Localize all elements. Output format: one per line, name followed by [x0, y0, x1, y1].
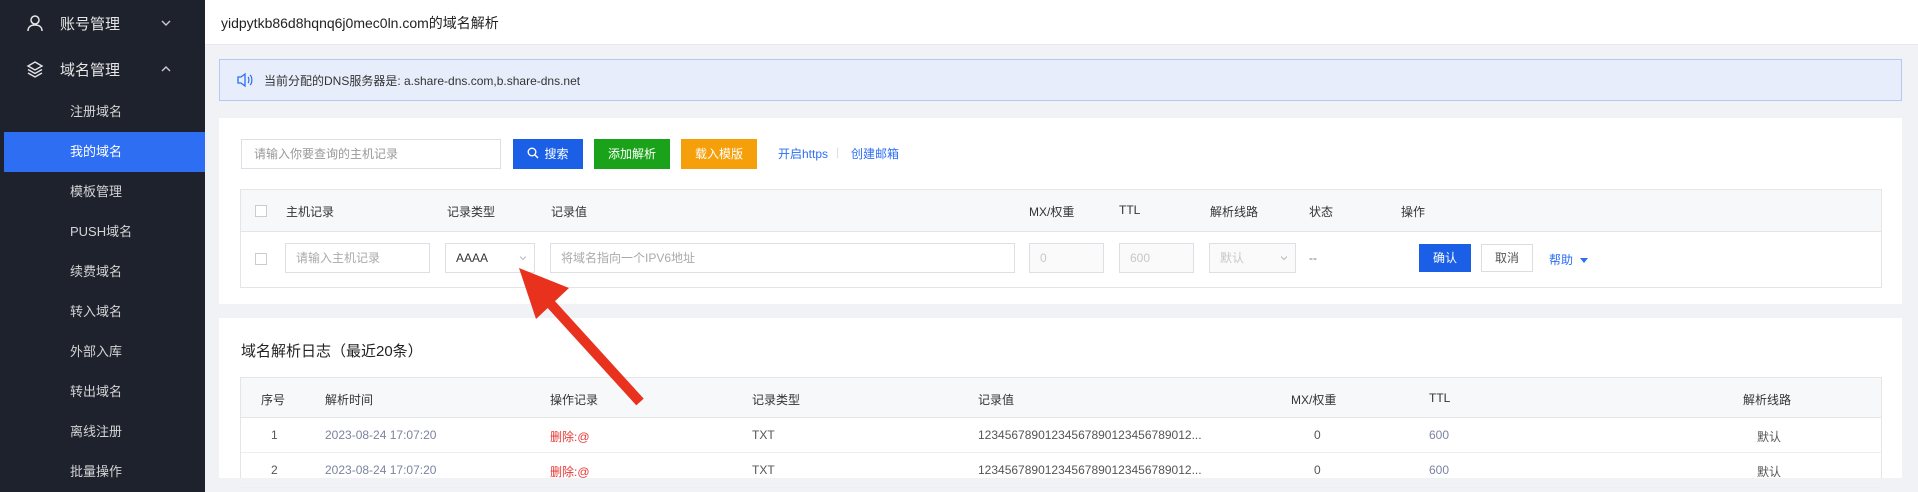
- sidebar-group-label: 账号管理: [60, 15, 121, 33]
- chevron-down-icon: [159, 16, 173, 30]
- load-template-button[interactable]: 载入模版: [681, 139, 757, 169]
- col-value: 记录值: [551, 205, 588, 219]
- line-value: 默认: [1220, 251, 1245, 265]
- row-action: 删除:@: [550, 430, 590, 444]
- sidebar-item-offline[interactable]: 离线注册: [0, 412, 205, 452]
- chevron-down-icon: [1281, 256, 1287, 261]
- log-table-header: 序号 解析时间 操作记录 记录类型 记录值 MX/权重 TTL 解析线路: [241, 378, 1881, 418]
- confirm-button[interactable]: 确认: [1419, 244, 1471, 272]
- log-title: 域名解析日志（最近20条）: [241, 343, 423, 360]
- sidebar-group-account[interactable]: 账号管理: [0, 0, 205, 46]
- col-mx: MX/权重: [1029, 205, 1075, 219]
- caret-down-icon: [1580, 258, 1589, 263]
- table-row: 1 2023-08-24 17:07:20 删除:@ TXT 123456789…: [241, 418, 1881, 453]
- mx-input[interactable]: 0: [1029, 243, 1104, 273]
- enable-https-link[interactable]: 开启https: [778, 145, 828, 162]
- col-type: 记录类型: [447, 205, 496, 219]
- row-checkbox[interactable]: [255, 253, 267, 265]
- edit-row: 请输入主机记录 AAAA 将域名指向一个IPV6地址 0 600 默认 -- 确…: [241, 231, 1881, 288]
- sidebar-item-my-domains[interactable]: 我的域名: [4, 132, 205, 172]
- sidebar-group-label: 域名管理: [60, 61, 121, 79]
- sidebar-item-register[interactable]: 注册域名: [0, 92, 205, 132]
- speaker-icon: [236, 72, 254, 88]
- create-mailbox-link[interactable]: 创建邮箱: [851, 145, 899, 162]
- row-type: TXT: [752, 463, 775, 477]
- ttl-input[interactable]: 600: [1119, 243, 1194, 273]
- col-status: 状态: [1309, 205, 1334, 219]
- chevron-up-icon: [159, 62, 173, 76]
- chevron-down-icon: [520, 256, 526, 261]
- sidebar-item-renew[interactable]: 续费域名: [0, 252, 205, 292]
- row-mx: 0: [1314, 463, 1321, 477]
- sidebar-item-templates[interactable]: 模板管理: [0, 172, 205, 212]
- sidebar-item-transfer-in[interactable]: 转入域名: [0, 292, 205, 332]
- notice-text: 当前分配的DNS服务器是: a.share-dns.com,b.share-dn…: [264, 73, 581, 88]
- search-button-label: 搜索: [544, 147, 569, 161]
- search-button[interactable]: 搜索: [513, 139, 583, 169]
- sidebar-item-external[interactable]: 外部入库: [0, 332, 205, 372]
- search-input[interactable]: 请输入你要查询的主机记录: [241, 139, 501, 169]
- row-ttl: 600: [1429, 463, 1450, 477]
- log-panel: 域名解析日志（最近20条） 序号 解析时间 操作记录 记录类型 记录值 MX/权…: [219, 318, 1902, 488]
- record-table: 主机记录 记录类型 记录值 MX/权重 TTL 解析线路 状态 操作 请输入主机…: [240, 189, 1882, 288]
- host-input[interactable]: 请输入主机记录: [285, 243, 430, 273]
- sidebar-submenu: 注册域名 我的域名 模板管理 PUSH域名 续费域名 转入域名 外部入库 转出域…: [0, 92, 205, 492]
- link-divider: |: [836, 145, 840, 159]
- col-value: 记录值: [978, 393, 1015, 407]
- col-ttl: TTL: [1429, 391, 1451, 405]
- sidebar-item-batch[interactable]: 批量操作: [0, 452, 205, 492]
- col-time: 解析时间: [325, 393, 374, 407]
- row-line: 默认: [1757, 430, 1782, 444]
- line-select[interactable]: 默认: [1209, 243, 1296, 273]
- row-ttl: 600: [1429, 428, 1450, 442]
- add-record-button[interactable]: 添加解析: [594, 139, 670, 169]
- sidebar-group-domain[interactable]: 域名管理: [0, 46, 205, 92]
- user-icon: [24, 12, 46, 34]
- search-icon: [527, 147, 540, 159]
- cancel-button[interactable]: 取消: [1481, 244, 1533, 272]
- row-time: 2023-08-24 17:07:20: [325, 463, 437, 477]
- row-time: 2023-08-24 17:07:20: [325, 428, 437, 442]
- col-line: 解析线路: [1743, 393, 1792, 407]
- help-label: 帮助: [1549, 253, 1574, 267]
- sidebar-item-transfer-out[interactable]: 转出域名: [0, 372, 205, 412]
- sidebar: 账号管理 域名管理 注册域名 我的域名 模板管理 PUSH域名 续费域名 转入域…: [0, 0, 205, 492]
- row-action: 删除:@: [550, 465, 590, 479]
- page-title: yidpytkb86d8hqnq6j0mec0ln.com的域名解析: [221, 15, 499, 31]
- status-value: --: [1309, 251, 1317, 265]
- top-bar: yidpytkb86d8hqnq6j0mec0ln.com的域名解析: [205, 0, 1918, 45]
- col-mx: MX/权重: [1291, 393, 1337, 407]
- row-type: TXT: [752, 428, 775, 442]
- row-mx: 0: [1314, 428, 1321, 442]
- col-action: 操作: [1401, 205, 1426, 219]
- row-line: 默认: [1757, 465, 1782, 479]
- row-no: 2: [271, 463, 278, 477]
- table-row: 2 2023-08-24 17:07:20 删除:@ TXT 123456789…: [241, 453, 1881, 488]
- col-ttl: TTL: [1119, 203, 1141, 217]
- col-no: 序号: [261, 393, 286, 407]
- col-type: 记录类型: [752, 393, 801, 407]
- layers-icon: [24, 58, 46, 80]
- record-value-input[interactable]: 将域名指向一个IPV6地址: [550, 243, 1015, 273]
- row-value: 12345678901234567890123456789012...: [978, 428, 1202, 442]
- row-no: 1: [271, 428, 278, 442]
- col-host: 主机记录: [286, 205, 335, 219]
- record-type-value: AAAA: [456, 251, 489, 265]
- record-table-header: 主机记录 记录类型 记录值 MX/权重 TTL 解析线路 状态 操作: [241, 190, 1881, 232]
- select-all-checkbox[interactable]: [255, 205, 267, 217]
- sidebar-item-push[interactable]: PUSH域名: [0, 212, 205, 252]
- log-table: 序号 解析时间 操作记录 记录类型 记录值 MX/权重 TTL 解析线路 1 2…: [240, 377, 1882, 488]
- record-panel: 请输入你要查询的主机记录 搜索 添加解析 载入模版 开启https | 创建邮箱…: [219, 118, 1902, 304]
- row-value: 12345678901234567890123456789012...: [978, 463, 1202, 477]
- record-type-select[interactable]: AAAA: [445, 243, 535, 273]
- dns-notice: 当前分配的DNS服务器是: a.share-dns.com,b.share-dn…: [219, 59, 1902, 101]
- col-line: 解析线路: [1210, 205, 1259, 219]
- help-dropdown[interactable]: 帮助: [1549, 251, 1589, 268]
- col-operation: 操作记录: [550, 393, 599, 407]
